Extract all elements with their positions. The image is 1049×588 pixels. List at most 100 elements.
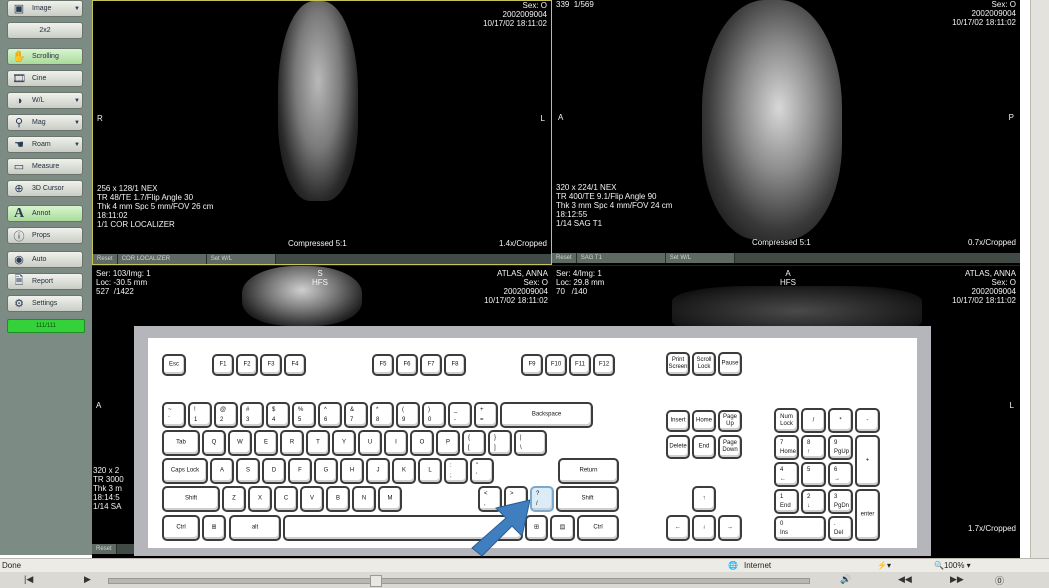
key-c[interactable]: C	[274, 486, 298, 512]
scrolling-button[interactable]: ✋ Scrolling	[7, 48, 83, 65]
key-num-5[interactable]: 5	[801, 462, 826, 487]
annot-button[interactable]: A Annot	[7, 205, 83, 222]
viewport-coronal[interactable]: Sex: O 2002009004 10/17/02 18:11:02 R L …	[92, 0, 552, 265]
key-digit-0[interactable]: ~ `	[162, 402, 186, 428]
reset-tab[interactable]: Reset	[92, 544, 117, 554]
key-f3[interactable]: F3	[260, 354, 282, 376]
key-d[interactable]: D	[262, 458, 286, 484]
key-f12[interactable]: F12	[593, 354, 615, 376]
key-y[interactable]: Y	[332, 430, 356, 456]
dropdown-arrow-icon[interactable]: ▼	[74, 98, 80, 104]
key-num-2[interactable]: 2 ↓	[801, 489, 826, 514]
key-ctrl-right[interactable]: Ctrl	[577, 515, 619, 541]
key-digit-3[interactable]: #3	[240, 402, 264, 428]
key-tab[interactable]: Tab	[162, 430, 200, 456]
key-arrow-down[interactable]: ↓	[692, 515, 716, 541]
volume-icon[interactable]: 🔊	[840, 574, 851, 585]
key-f8[interactable]: F8	[444, 354, 466, 376]
key-num-plus[interactable]: +	[855, 435, 880, 487]
zoom-control[interactable]: 🔍100% ▾	[934, 561, 971, 570]
key-arrow-right[interactable]: →	[718, 515, 742, 541]
key-punct-z-2[interactable]: ? /	[530, 486, 554, 512]
key-num-0[interactable]: 0 Ins	[774, 516, 826, 541]
key-f[interactable]: F	[288, 458, 312, 484]
key-e[interactable]: E	[254, 430, 278, 456]
key-digit-4[interactable]: $4	[266, 402, 290, 428]
series-tab[interactable]: COR LOCALIZER	[117, 254, 207, 264]
dropdown-arrow-icon[interactable]: ▼	[74, 142, 80, 148]
key-digit-1[interactable]: ! 1	[188, 402, 212, 428]
key-f7[interactable]: F7	[420, 354, 442, 376]
settings-button[interactable]: ⚙ Settings	[7, 295, 83, 312]
key-f9[interactable]: F9	[521, 354, 543, 376]
key-digit-12[interactable]: + =	[474, 402, 498, 428]
window-level-button[interactable]: ◑ W/L ▼	[7, 92, 83, 109]
key-pause[interactable]: Pause	[718, 352, 742, 376]
key-f1[interactable]: F1	[212, 354, 234, 376]
key-return[interactable]: Return	[558, 458, 619, 484]
key-num-minus[interactable]: -	[855, 408, 880, 433]
key-shift-left[interactable]: Shift	[162, 486, 220, 512]
key-num-multiply[interactable]: *	[828, 408, 853, 433]
rewind-icon[interactable]: ◀◀	[898, 574, 912, 585]
key-num-1[interactable]: 1 End	[774, 489, 799, 514]
reset-tab[interactable]: Reset	[552, 253, 577, 263]
key-digit-5[interactable]: % 5	[292, 402, 316, 428]
key-caps-lock[interactable]: Caps Lock	[162, 458, 208, 484]
key-bracket-1[interactable]: }]	[488, 430, 512, 456]
layout-2x2-button[interactable]: 2x2	[7, 22, 83, 39]
key-digit-2[interactable]: @2	[214, 402, 238, 428]
key-num-divide[interactable]: /	[801, 408, 826, 433]
key-punct-a-1[interactable]: " '	[470, 458, 494, 484]
dropdown-arrow-icon[interactable]: ▼	[74, 120, 80, 126]
key-num-6[interactable]: 6 →	[828, 462, 853, 487]
key-w[interactable]: W	[228, 430, 252, 456]
key-alt-left[interactable]: alt	[229, 515, 281, 541]
help-icon[interactable]: ⓪	[995, 574, 1004, 587]
key-a[interactable]: A	[210, 458, 234, 484]
protected-mode-icon[interactable]: ⚡▾	[877, 561, 891, 570]
seek-bar[interactable]	[108, 578, 810, 584]
key-delete[interactable]: Delete	[666, 435, 690, 459]
key-page-down[interactable]: Page Down	[718, 435, 742, 459]
series-tab[interactable]: SAG T1	[576, 253, 666, 263]
report-button[interactable]: 🗎 Report	[7, 273, 83, 290]
key-f5[interactable]: F5	[372, 354, 394, 376]
key-insert[interactable]: Insert	[666, 410, 690, 432]
key-digit-10[interactable]: ) 0	[422, 402, 446, 428]
key-arrow-up[interactable]: ↑	[692, 486, 716, 512]
key-j[interactable]: J	[366, 458, 390, 484]
key-num-lock[interactable]: Num Lock	[774, 408, 799, 433]
key-z[interactable]: Z	[222, 486, 246, 512]
key-f4[interactable]: F4	[284, 354, 306, 376]
viewport-sagittal[interactable]: 339 1/569 Sex: O 2002009004 10/17/02 18:…	[552, 0, 1020, 265]
key-bracket-2[interactable]: | \	[514, 430, 547, 456]
play-icon[interactable]: ▶	[84, 574, 91, 585]
key-page-up[interactable]: Page Up	[718, 410, 742, 432]
key-f6[interactable]: F6	[396, 354, 418, 376]
fast-forward-icon[interactable]: ▶▶	[950, 574, 964, 585]
dropdown-arrow-icon[interactable]: ▼	[74, 6, 80, 12]
key-o[interactable]: O	[410, 430, 434, 456]
image-button[interactable]: ▣ Image ▼	[7, 0, 83, 17]
key-l[interactable]: L	[418, 458, 442, 484]
key-num-decimal[interactable]: . Del	[828, 516, 853, 541]
reset-tab[interactable]: Reset	[93, 254, 118, 264]
key-t[interactable]: T	[306, 430, 330, 456]
key-home[interactable]: Home	[692, 410, 716, 432]
key-digit-11[interactable]: _ -	[448, 402, 472, 428]
key-f2[interactable]: F2	[236, 354, 258, 376]
key-bracket-0[interactable]: {[	[462, 430, 486, 456]
key-m[interactable]: M	[378, 486, 402, 512]
auto-button[interactable]: ◉ Auto	[7, 251, 83, 268]
key-shift-right[interactable]: Shift	[556, 486, 619, 512]
key-k[interactable]: K	[392, 458, 416, 484]
key-s[interactable]: S	[236, 458, 260, 484]
magnify-button[interactable]: ⚲ Mag ▼	[7, 114, 83, 131]
key-r[interactable]: R	[280, 430, 304, 456]
measure-button[interactable]: ▭ Measure	[7, 158, 83, 175]
key-n[interactable]: N	[352, 486, 376, 512]
3d-cursor-button[interactable]: ⊕ 3D Cursor	[7, 180, 83, 197]
key-backspace[interactable]: Backspace	[500, 402, 593, 428]
key-digit-9[interactable]: (9	[396, 402, 420, 428]
